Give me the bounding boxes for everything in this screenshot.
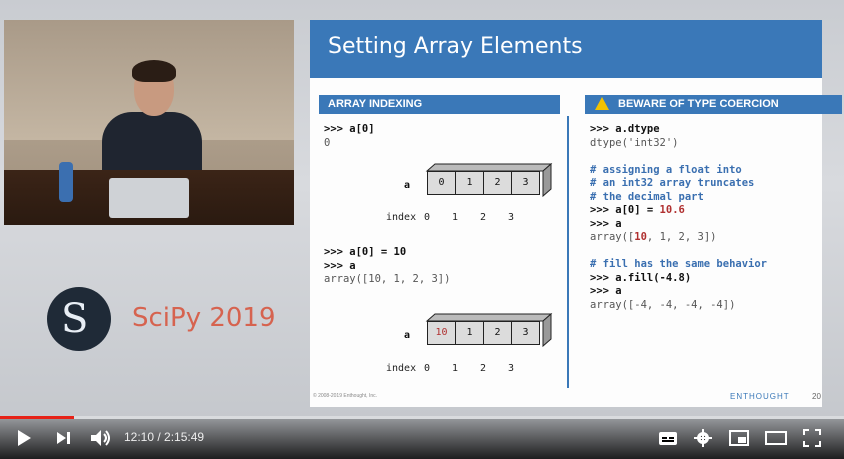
code-block-assign: >>> a[0] = 10 >>> a array([10, 1, 2, 3]): [324, 246, 451, 285]
array-cell: 1: [455, 171, 484, 195]
column-divider: [567, 116, 569, 388]
conference-name: SciPy 2019: [132, 303, 276, 333]
array-label: a: [404, 180, 411, 191]
index-value: 2: [480, 363, 487, 374]
array-cell: 2: [483, 321, 512, 345]
theater-mode-icon[interactable]: [765, 430, 787, 446]
array-label: a: [404, 330, 411, 341]
miniplayer-icon[interactable]: [729, 430, 749, 446]
array-cell: 0: [427, 171, 456, 195]
index-label: index: [386, 212, 417, 223]
array-cell: 1: [455, 321, 484, 345]
laptop: [109, 178, 189, 218]
index-value: 3: [508, 363, 515, 374]
warning-icon: [595, 97, 609, 110]
captions-icon[interactable]: [658, 431, 678, 446]
copyright: © 2008-2019 Enthought, Inc.: [313, 393, 378, 399]
index-value: 2: [480, 212, 487, 223]
speaker-video: [4, 20, 294, 225]
next-icon[interactable]: [56, 431, 72, 445]
enthought-logo: ENTHOUGHT: [730, 392, 790, 401]
settings-gear-icon[interactable]: [694, 429, 712, 447]
code-block-coercion: >>> a.dtype dtype('int32') # assigning a…: [590, 123, 768, 311]
video-frame[interactable]: S SciPy 2019 Setting Array Elements ARRA…: [0, 0, 844, 459]
water-bottle: [59, 162, 73, 202]
page-number: 20: [812, 392, 821, 401]
presentation-slide: Setting Array Elements ARRAY INDEXING BE…: [310, 20, 842, 407]
array-indexing-header: ARRAY INDEXING: [319, 95, 560, 114]
array-cell: 3: [511, 321, 540, 345]
slide-title: Setting Array Elements: [328, 34, 583, 59]
code-block-index: >>> a[0] 0: [324, 123, 375, 149]
index-value: 1: [452, 363, 459, 374]
fullscreen-icon[interactable]: [803, 429, 821, 447]
index-value: 0: [424, 363, 431, 374]
player-controls: 12:10 / 2:15:49: [0, 419, 844, 459]
scipy-logo-icon: S: [47, 287, 111, 351]
volume-icon[interactable]: [90, 429, 112, 447]
play-icon[interactable]: [16, 429, 32, 447]
index-value: 0: [424, 212, 431, 223]
index-value: 1: [452, 212, 459, 223]
array-cell: 3: [511, 171, 540, 195]
array-cell: 10: [427, 321, 456, 345]
array-cell: 2: [483, 171, 512, 195]
index-label: index: [386, 363, 417, 374]
type-coercion-header: BEWARE OF TYPE COERCION: [618, 98, 779, 110]
index-value: 3: [508, 212, 515, 223]
time-display: 12:10 / 2:15:49: [124, 430, 205, 444]
